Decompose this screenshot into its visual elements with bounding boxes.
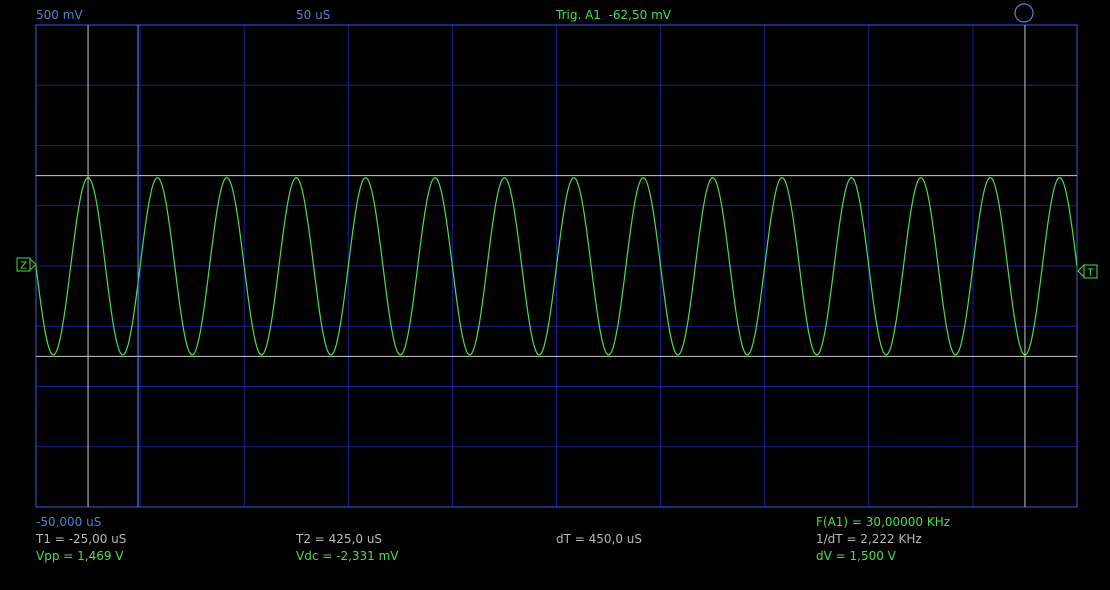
dt-readout: dT = 450,0 uS: [556, 532, 643, 546]
inverse-dt-readout: 1/dT = 2,222 KHz: [816, 532, 922, 546]
frequency-readout: F(A1) = 30,00000 KHz: [816, 515, 951, 529]
trigger-marker-label: T: [1086, 268, 1094, 279]
trigger-level-marker[interactable]: T: [1077, 263, 1098, 279]
trigger-readout[interactable]: Trig. A1 -62,50 mV: [556, 8, 671, 22]
time-offset: -50,000 uS: [36, 515, 102, 529]
dv-readout: dV = 1,500 V: [816, 549, 896, 563]
run-indicator-icon[interactable]: [1014, 3, 1034, 23]
zero-marker-label: Z: [20, 261, 27, 272]
zero-level-marker[interactable]: Z: [16, 257, 37, 272]
time-per-div[interactable]: 50 uS: [296, 8, 330, 22]
t1-readout: T1 = -25,00 uS: [36, 532, 127, 546]
trigger-level: -62,50 mV: [608, 8, 671, 22]
vdc-readout: Vdc = -2,331 mV: [296, 549, 399, 563]
trigger-label: Trig. A1: [556, 8, 601, 22]
volts-per-div[interactable]: 500 mV: [36, 8, 83, 22]
oscilloscope-display: Z T: [16, 3, 1098, 508]
t2-readout: T2 = 425,0 uS: [296, 532, 383, 546]
vpp-readout: Vpp = 1,469 V: [36, 549, 124, 563]
